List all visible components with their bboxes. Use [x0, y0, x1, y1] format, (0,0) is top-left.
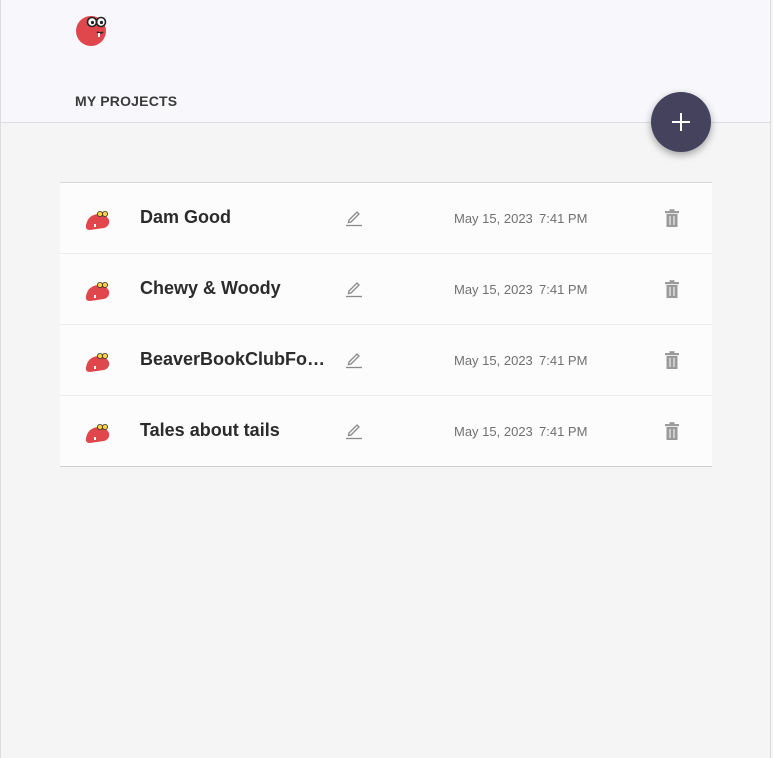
app-window: MY PROJECTS Dam Good May 15, 2023 7:41 P…	[0, 0, 771, 758]
project-time: 7:41 PM	[539, 424, 588, 439]
beaver-logo-icon[interactable]	[73, 12, 109, 48]
project-row[interactable]: Dam Good May 15, 2023 7:41 PM	[60, 183, 712, 254]
trash-icon[interactable]	[662, 208, 682, 228]
pencil-icon[interactable]	[344, 207, 364, 227]
project-time: 7:41 PM	[539, 282, 588, 297]
add-project-button[interactable]	[651, 92, 711, 152]
project-name[interactable]: Tales about tails	[140, 420, 330, 441]
section-title: MY PROJECTS	[75, 93, 178, 109]
project-time: 7:41 PM	[539, 353, 588, 368]
project-name[interactable]: BeaverBookClubFo…	[140, 349, 330, 370]
beaver-icon	[85, 352, 110, 372]
pencil-icon[interactable]	[344, 349, 364, 369]
project-name[interactable]: Dam Good	[140, 207, 330, 228]
project-time: 7:41 PM	[539, 211, 588, 226]
trash-icon[interactable]	[662, 279, 682, 299]
project-date: May 15, 2023	[454, 282, 533, 297]
beaver-icon	[85, 423, 110, 443]
beaver-icon	[85, 281, 110, 301]
project-date: May 15, 2023	[454, 353, 533, 368]
project-row[interactable]: BeaverBookClubFo… May 15, 2023 7:41 PM	[60, 325, 712, 396]
project-name[interactable]: Chewy & Woody	[140, 278, 330, 299]
trash-icon[interactable]	[662, 350, 682, 370]
header: MY PROJECTS	[1, 0, 770, 123]
project-row[interactable]: Tales about tails May 15, 2023 7:41 PM	[60, 396, 712, 466]
project-date: May 15, 2023	[454, 424, 533, 439]
project-date: May 15, 2023	[454, 211, 533, 226]
pencil-icon[interactable]	[344, 420, 364, 440]
trash-icon[interactable]	[662, 421, 682, 441]
pencil-icon[interactable]	[344, 278, 364, 298]
beaver-icon	[85, 210, 110, 230]
plus-icon	[672, 113, 690, 131]
project-list: Dam Good May 15, 2023 7:41 PM Chewy & Wo…	[60, 182, 712, 467]
project-row[interactable]: Chewy & Woody May 15, 2023 7:41 PM	[60, 254, 712, 325]
